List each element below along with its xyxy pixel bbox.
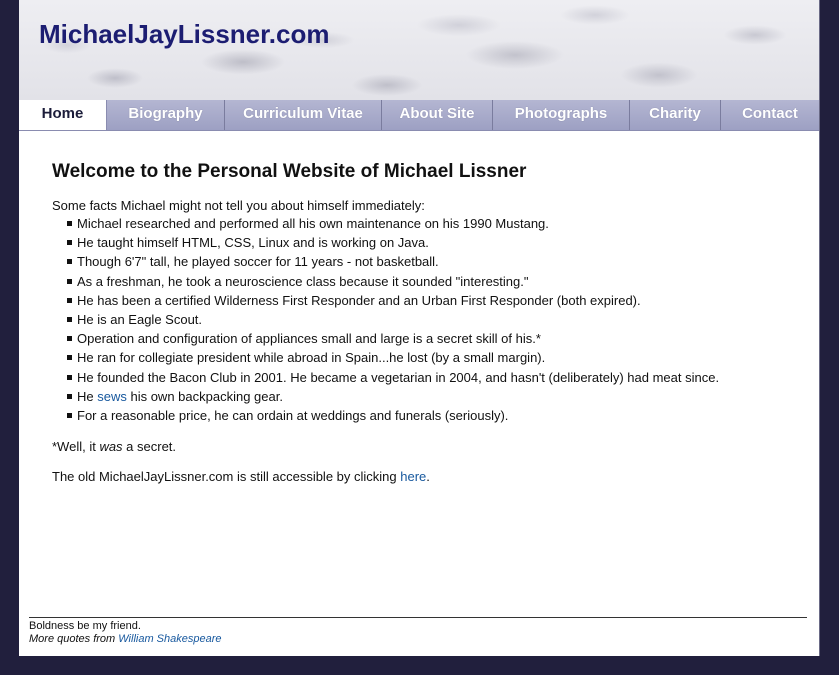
list-item-sews: He sews his own backpacking gear. [52, 387, 792, 406]
nav-about-site[interactable]: About Site [382, 100, 493, 130]
list-item: Michael researched and performed all his… [52, 214, 792, 233]
nav-home[interactable]: Home [19, 100, 107, 130]
nav-charity[interactable]: Charity [630, 100, 721, 130]
list-item: He has been a certified Wilderness First… [52, 291, 792, 310]
old-site-suffix: . [426, 469, 430, 485]
list-item: Though 6'7" tall, he played soccer for 1… [52, 252, 792, 271]
secret-note: *Well, it was a secret. [52, 439, 792, 455]
list-item: He founded the Bacon Club in 2001. He be… [52, 368, 792, 387]
site-title: MichaelJayLissner.com [39, 19, 330, 49]
list-item: Operation and configuration of appliance… [52, 329, 792, 348]
main-nav: Home Biography Curriculum Vitae About Si… [19, 100, 819, 131]
intro-text: Some facts Michael might not tell you ab… [52, 198, 425, 213]
more-quotes-prefix: More quotes from [29, 633, 119, 645]
old-site-prefix: The old MichaelJayLissner.com is still a… [52, 469, 401, 485]
nav-photographs[interactable]: Photographs [493, 100, 630, 130]
sews-link[interactable]: sews [97, 389, 127, 404]
list-item: For a reasonable price, he can ordain at… [52, 406, 792, 425]
footer-quote: Boldness be my friend. [29, 620, 141, 632]
header-banner: MichaelJayLissner.com [19, 0, 819, 100]
page-heading: Welcome to the Personal Website of Micha… [52, 161, 527, 182]
list-item: He taught himself HTML, CSS, Linux and i… [52, 233, 792, 252]
note-emphasis: was [99, 439, 123, 455]
facts-list: Michael researched and performed all his… [52, 214, 792, 425]
nav-contact[interactable]: Contact [721, 100, 819, 130]
note-prefix: *Well, it [52, 439, 100, 455]
footer: Boldness be my friend. More quotes from … [29, 617, 807, 646]
list-item: As a freshman, he took a neuroscience cl… [52, 272, 792, 291]
sews-suffix: his own backpacking gear. [126, 388, 283, 404]
page-container: MichaelJayLissner.com Home Biography Cur… [19, 0, 820, 656]
list-item: He is an Eagle Scout. [52, 310, 792, 329]
old-site-link[interactable]: here [400, 469, 426, 484]
nav-biography[interactable]: Biography [107, 100, 225, 130]
quote-author-link[interactable]: William Shakespeare [118, 633, 221, 645]
note-suffix: a secret. [122, 439, 177, 455]
main-content: Welcome to the Personal Website of Micha… [52, 160, 792, 485]
old-site-text: The old MichaelJayLissner.com is still a… [52, 469, 792, 485]
sews-prefix: He [77, 388, 98, 404]
nav-curriculum-vitae[interactable]: Curriculum Vitae [225, 100, 382, 130]
list-item: He ran for collegiate president while ab… [52, 348, 792, 367]
footer-more-quotes: More quotes from William Shakespeare [29, 633, 807, 646]
